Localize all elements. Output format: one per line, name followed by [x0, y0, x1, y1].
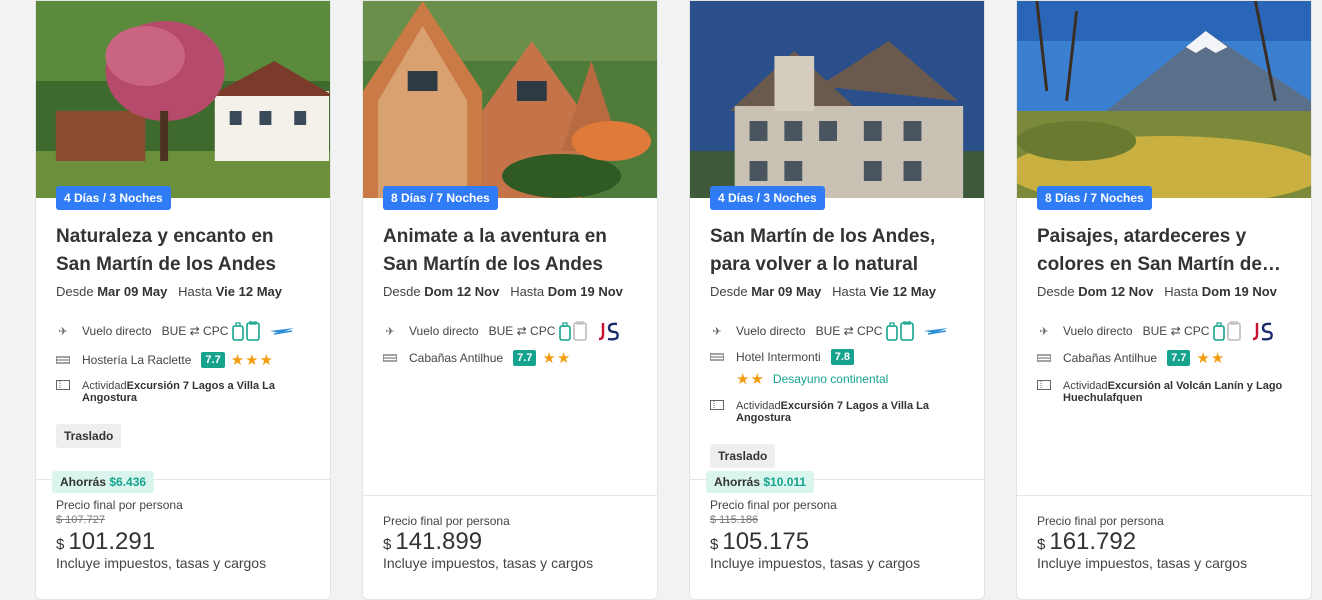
bed-icon — [56, 354, 70, 366]
aerolineas-logo — [270, 325, 295, 337]
transfer-chip: Traslado — [56, 424, 122, 448]
flight-row: ✈ Vuelo directo BUE ⇄ CPC — [383, 321, 620, 341]
package-title[interactable]: Naturaleza y encanto en San Martín de lo… — [56, 223, 312, 279]
divider — [363, 495, 657, 496]
hotel-name[interactable]: Cabañas Antilhue — [1063, 351, 1157, 365]
baggage-icon — [1213, 321, 1247, 341]
final-price: $101.291 — [56, 528, 156, 555]
package-photo[interactable] — [1017, 1, 1311, 198]
hotel-stars: ★★ — [736, 371, 765, 388]
package-photo[interactable] — [690, 1, 984, 198]
route-arrows-icon: ⇄ — [1170, 324, 1181, 338]
route-arrows-icon: ⇄ — [843, 324, 854, 338]
meal-plan: Desayuno continental — [772, 372, 889, 386]
rating-score: 7.7 — [201, 352, 225, 368]
date-range: Desde Dom 12 Nov Hasta Dom 19 Nov — [383, 284, 623, 299]
price-note: Incluye impuestos, tasas y cargos — [1037, 555, 1248, 571]
package-card[interactable]: 4 Días / 3 Noches San Martín de los Ande… — [689, 0, 985, 600]
price-note: Incluye impuestos, tasas y cargos — [383, 555, 594, 571]
package-photo[interactable] — [363, 1, 657, 198]
airplane-icon: ✈ — [712, 325, 722, 338]
package-card[interactable]: 8 Días / 7 Noches Paisajes, atardeceres … — [1016, 0, 1312, 600]
hotel-row: Cabañas Antilhue 7.7 ★★ — [383, 349, 571, 367]
original-price: $ 115.186 — [710, 514, 759, 526]
airplane-icon: ✈ — [58, 325, 68, 338]
duration-badge: 8 Días / 7 Noches — [1037, 186, 1152, 210]
activity-row: ActividadExcursión 7 Lagos a Villa La An… — [56, 380, 312, 404]
hotel-row: Hotel Intermonti 7.8 — [710, 349, 854, 365]
aerolineas-logo — [924, 325, 949, 337]
flight-row: ✈ Vuelo directo BUE ⇄ CPC — [710, 321, 949, 341]
original-price: $ 107.727 — [56, 514, 105, 526]
bed-icon — [383, 352, 397, 364]
hotel-stars: ★★ — [1196, 350, 1226, 367]
jetsmart-logo — [1251, 321, 1274, 341]
baggage-icon — [886, 321, 920, 341]
duration-badge: 4 Días / 3 Noches — [56, 186, 171, 210]
duration-badge: 8 Días / 7 Noches — [383, 186, 498, 210]
hotel-name[interactable]: Hotel Intermonti — [736, 350, 821, 364]
hotel-extras-row: ★★ Desayuno continental — [710, 370, 888, 388]
final-price: $161.792 — [1037, 528, 1137, 555]
package-title[interactable]: San Martín de los Andes, para volver a l… — [710, 223, 966, 279]
rating-score: 7.7 — [513, 350, 537, 366]
route-arrows-icon: ⇄ — [516, 324, 527, 338]
divider — [1017, 495, 1311, 496]
package-title[interactable]: Animate a la aventura en San Martín de l… — [383, 223, 639, 279]
package-photo[interactable] — [36, 1, 330, 198]
flight-row: ✈ Vuelo directo BUE ⇄ CPC — [1037, 321, 1274, 341]
final-price: $141.899 — [383, 528, 483, 555]
hotel-row: Cabañas Antilhue 7.7 ★★ — [1037, 349, 1225, 367]
savings-badge: Ahorrás $6.436 — [52, 471, 155, 493]
bed-icon — [710, 351, 724, 363]
flight-row: ✈ Vuelo directo BUE ⇄ CPC — [56, 321, 295, 341]
date-range: Desde Mar 09 May Hasta Vie 12 May — [710, 284, 936, 299]
duration-badge: 4 Días / 3 Noches — [710, 186, 825, 210]
package-card[interactable]: 8 Días / 7 Noches Animate a la aventura … — [362, 0, 658, 600]
transfer-chip: Traslado — [710, 444, 776, 468]
price-note: Incluye impuestos, tasas y cargos — [56, 555, 267, 571]
activity-row: ActividadExcursión al Volcán Lanín y Lag… — [1037, 380, 1293, 404]
jetsmart-logo — [597, 321, 620, 341]
airplane-icon: ✈ — [1039, 325, 1049, 338]
hotel-name[interactable]: Hostería La Raclette — [82, 353, 191, 367]
activity-row: ActividadExcursión 7 Lagos a Villa La An… — [710, 400, 966, 424]
package-card[interactable]: 4 Días / 3 Noches Naturaleza y encanto e… — [35, 0, 331, 600]
rating-score: 7.8 — [830, 349, 854, 365]
hotel-name[interactable]: Cabañas Antilhue — [409, 351, 503, 365]
hotel-stars: ★★ — [542, 350, 572, 367]
package-title[interactable]: Paisajes, atardeceres y colores en San M… — [1037, 223, 1293, 279]
ticket-icon — [56, 380, 70, 404]
baggage-icon — [232, 321, 266, 341]
route-arrows-icon: ⇄ — [189, 324, 200, 338]
final-price: $105.175 — [710, 528, 810, 555]
price-label: Precio final por persona — [383, 514, 510, 528]
date-range: Desde Dom 12 Nov Hasta Dom 19 Nov — [1037, 284, 1277, 299]
price-label: Precio final por persona — [1037, 514, 1164, 528]
bed-icon — [1037, 352, 1051, 364]
airplane-icon: ✈ — [385, 325, 395, 338]
price-note: Incluye impuestos, tasas y cargos — [710, 555, 921, 571]
rating-score: 7.7 — [1167, 350, 1191, 366]
date-range: Desde Mar 09 May Hasta Vie 12 May — [56, 284, 282, 299]
price-label: Precio final por persona — [710, 498, 837, 512]
baggage-icon — [559, 321, 593, 341]
hotel-row: Hostería La Raclette 7.7 ★★★ — [56, 351, 274, 369]
price-label: Precio final por persona — [56, 498, 183, 512]
ticket-icon — [710, 400, 724, 424]
ticket-icon — [1037, 380, 1051, 404]
hotel-stars: ★★★ — [230, 352, 275, 369]
savings-badge: Ahorrás $10.011 — [706, 471, 815, 493]
